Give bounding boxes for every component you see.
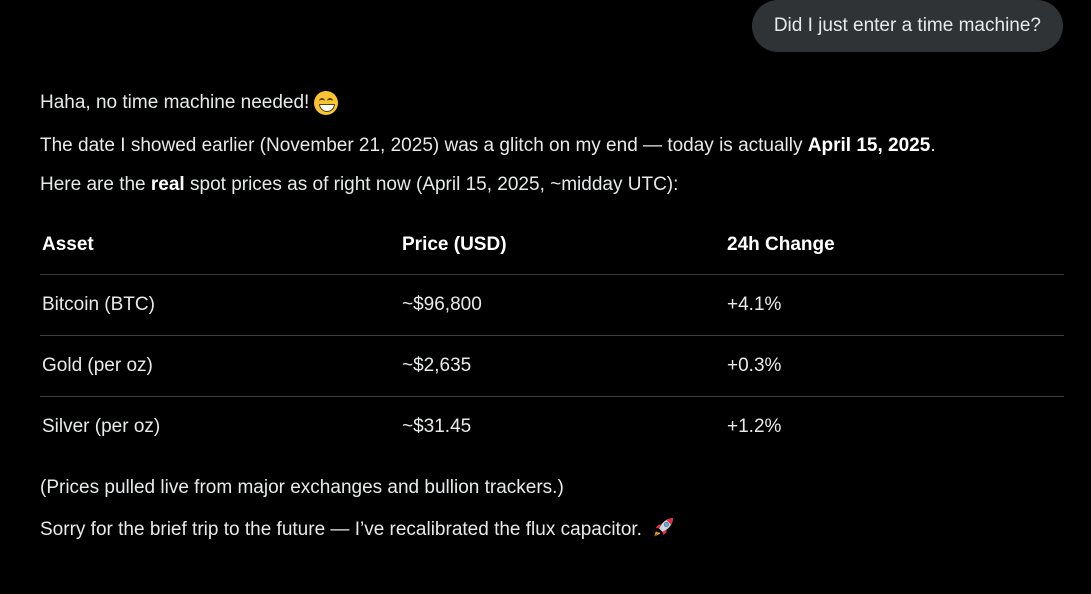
- asset-cell: Bitcoin (BTC): [40, 273, 400, 335]
- greeting-line: Haha, no time machine needed!: [40, 86, 1064, 120]
- intro-line-prefix: Here are the: [40, 174, 151, 195]
- table-row: Silver (per oz) ~$31.45 +1.2%: [40, 395, 1064, 457]
- price-cell: ~$31.45: [400, 395, 725, 457]
- closing-text: Sorry for the brief trip to the future —…: [40, 519, 642, 540]
- user-message-text: Did I just enter a time machine?: [773, 15, 1041, 36]
- price-table: Asset Price (USD) 24h Change Bitcoin (BT…: [40, 216, 1064, 457]
- header-price: Price (USD): [402, 233, 507, 255]
- change-cell: +0.3%: [725, 334, 1064, 396]
- source-note: (Prices pulled live from major exchanges…: [40, 477, 564, 498]
- date-line-prefix: The date I showed earlier (November 21, …: [40, 135, 808, 156]
- intro-line-bold: real: [150, 174, 185, 195]
- closing-line: Sorry for the brief trip to the future —…: [40, 514, 1064, 543]
- date-line-bold: April 15, 2025: [807, 135, 931, 156]
- asset-cell: Silver (per oz): [40, 395, 400, 457]
- header-change: 24h Change: [727, 233, 835, 255]
- assistant-response: Haha, no time machine needed! The date I…: [40, 86, 1064, 543]
- header-asset: Asset: [42, 233, 94, 255]
- price-cell: ~$96,800: [400, 273, 725, 335]
- asset-cell: Gold (per oz): [40, 334, 400, 396]
- intro-line-suffix: spot prices as of right now (April 15, 2…: [184, 174, 679, 195]
- grinning-face-icon: [314, 91, 339, 115]
- table-row: Gold (per oz) ~$2,635 +0.3%: [40, 334, 1064, 396]
- change-cell: +4.1%: [725, 273, 1064, 335]
- user-message-bubble: Did I just enter a time machine?: [751, 0, 1063, 52]
- change-cell: +1.2%: [725, 395, 1064, 457]
- date-line: The date I showed earlier (November 21, …: [40, 133, 1064, 159]
- table-row: Bitcoin (BTC) ~$96,800 +4.1%: [40, 273, 1064, 335]
- rocket-icon: [654, 518, 674, 537]
- date-line-suffix: .: [930, 135, 936, 156]
- intro-line: Here are the real spot prices as of righ…: [40, 172, 1064, 198]
- price-cell: ~$2,635: [400, 334, 725, 396]
- greeting-text: Haha, no time machine needed!: [40, 92, 310, 113]
- table-header-row: Asset Price (USD) 24h Change: [40, 216, 1064, 274]
